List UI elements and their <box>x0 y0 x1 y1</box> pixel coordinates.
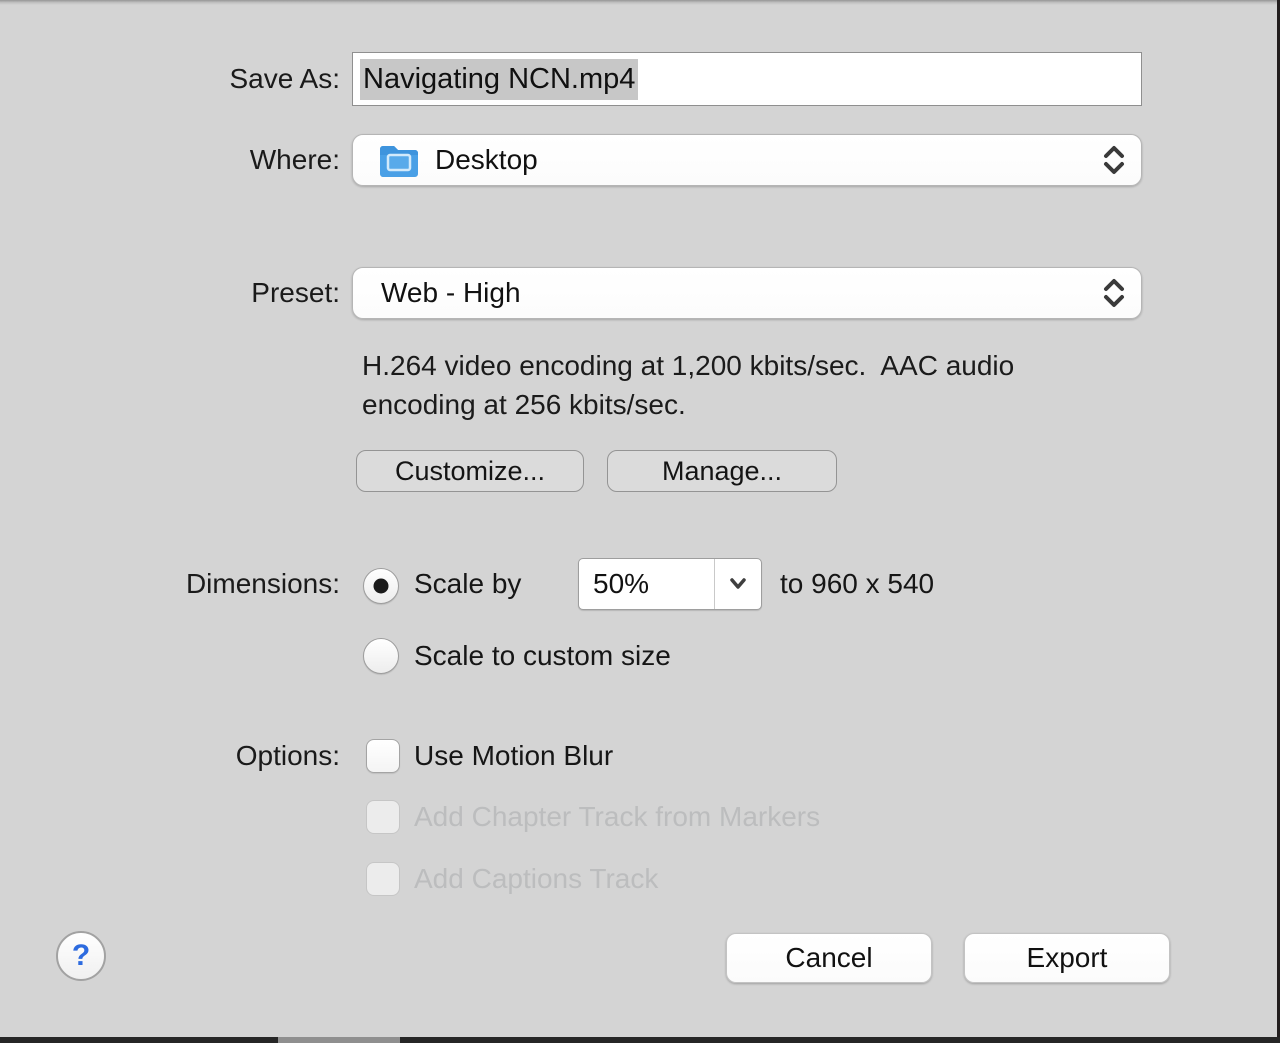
add-chapter-track-label: Add Chapter Track from Markers <box>414 800 820 834</box>
preset-description-line-1: H.264 video encoding at 1,200 kbits/sec.… <box>362 350 1014 382</box>
scale-result-text: to 960 x 540 <box>780 558 934 610</box>
options-label: Options: <box>0 739 340 773</box>
chevron-up-down-icon <box>1102 276 1126 310</box>
chevron-up-down-icon <box>1102 143 1126 177</box>
save-as-input[interactable]: Navigating NCN.mp4 <box>352 52 1142 106</box>
scale-by-label: Scale by <box>414 558 521 610</box>
export-button[interactable]: Export <box>964 933 1170 983</box>
add-captions-track-label: Add Captions Track <box>414 862 658 896</box>
scale-custom-label: Scale to custom size <box>414 638 671 674</box>
export-dialog: Save As: Navigating NCN.mp4 Where: Deskt… <box>0 0 1280 1043</box>
use-motion-blur-label: Use Motion Blur <box>414 739 613 773</box>
screen-edge-bottom <box>0 1037 1280 1043</box>
add-chapter-track-checkbox <box>366 800 400 834</box>
use-motion-blur-checkbox[interactable] <box>366 739 400 773</box>
customize-button[interactable]: Customize... <box>356 450 584 492</box>
manage-button[interactable]: Manage... <box>607 450 837 492</box>
screen-edge-bottom-highlight <box>278 1037 400 1043</box>
add-captions-track-checkbox <box>366 862 400 896</box>
preset-description-line-2: encoding at 256 kbits/sec. <box>362 389 686 421</box>
chevron-down-icon <box>727 576 749 592</box>
where-label: Where: <box>0 134 340 186</box>
where-popup-value: Desktop <box>435 144 538 176</box>
preset-popup-value: Web - High <box>381 277 521 309</box>
save-as-label: Save As: <box>0 52 340 106</box>
preset-label: Preset: <box>0 267 340 319</box>
scale-percentage-combobox[interactable]: 50% <box>578 558 762 610</box>
where-popup-button[interactable]: Desktop <box>352 134 1142 186</box>
dimensions-label: Dimensions: <box>0 558 340 610</box>
scale-custom-radio[interactable] <box>363 638 399 674</box>
save-as-value: Navigating NCN.mp4 <box>360 59 638 100</box>
combo-dropdown-button[interactable] <box>714 559 761 609</box>
question-mark-icon: ? <box>72 939 90 973</box>
scale-by-radio[interactable] <box>363 568 399 604</box>
scale-percentage-value: 50% <box>593 568 649 600</box>
screen-edge-top <box>0 0 1280 5</box>
help-button[interactable]: ? <box>56 931 106 981</box>
folder-icon <box>377 141 421 179</box>
preset-popup-button[interactable]: Web - High <box>352 267 1142 319</box>
cancel-button[interactable]: Cancel <box>726 933 932 983</box>
